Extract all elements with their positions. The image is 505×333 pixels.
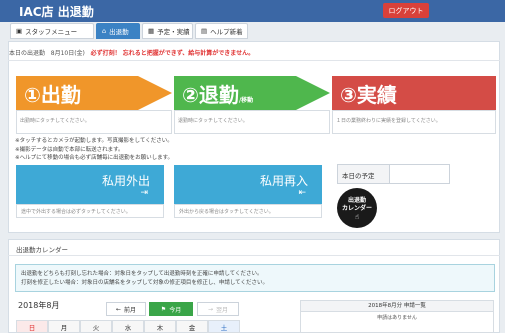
today-label: 今月 bbox=[169, 306, 182, 314]
tab-schedule[interactable]: ▦ 予定・実績 bbox=[142, 23, 193, 39]
clock-out-label: ②退勤 bbox=[182, 83, 239, 107]
arrow-left-icon: ← bbox=[115, 305, 121, 313]
tab-help[interactable]: ▤ ヘルプ新着 bbox=[195, 23, 248, 39]
weekday-cell: 土 bbox=[208, 320, 240, 333]
note-line: ※タッチするとカメラが起動します。写真撮影をしてください。 bbox=[15, 138, 173, 144]
results-label: ③実績 bbox=[340, 83, 397, 107]
briefcase-icon: ▤ bbox=[201, 27, 208, 35]
exit-icon: ⇥ bbox=[140, 188, 148, 198]
private-return-button[interactable]: 私用再入 ⇤ 外出から戻る場合はタッチしてください。 bbox=[174, 165, 322, 218]
pointer-icon: ☝ bbox=[354, 213, 360, 221]
weekday-cell: 火 bbox=[80, 320, 112, 333]
clock-out-note: 退勤時にタッチしてください。 bbox=[174, 110, 330, 134]
clock-in-label: ①出勤 bbox=[24, 83, 81, 107]
prev-label: 前月 bbox=[124, 306, 137, 314]
divider bbox=[8, 60, 500, 61]
tab-attendance[interactable]: ⌂ 出退勤 bbox=[96, 23, 140, 39]
tab-label: スタッフメニュー bbox=[25, 28, 78, 36]
application-list: 2018年8月分 申請一覧 申請はありません bbox=[300, 300, 494, 333]
tab-label: 出退勤 bbox=[109, 28, 129, 36]
calendar-month: 2018年8月 bbox=[18, 301, 60, 310]
calendar-info-box: 出退勤をどちらも打刻し忘れた場合：対象日をタップして出退勤時刻を正確に申請してく… bbox=[15, 264, 495, 292]
next-month-button[interactable]: → 翌月 bbox=[197, 302, 239, 316]
this-month-button[interactable]: ⚑ 今月 bbox=[149, 302, 193, 316]
weekday-header: 日 月 火 水 木 金 土 bbox=[16, 320, 240, 333]
weekday-cell: 木 bbox=[144, 320, 176, 333]
clock-out-sub: /移動 bbox=[238, 97, 254, 104]
calendar-button-line2: カレンダー bbox=[341, 205, 372, 212]
info-line: 打刻を修正したい場合：対象日の店舗名をタップして対象の修正項目を修正し、申請して… bbox=[21, 279, 269, 286]
flag-icon: ⚑ bbox=[160, 305, 167, 313]
application-list-empty: 申請はありません bbox=[377, 315, 417, 321]
house-icon: ⌂ bbox=[102, 27, 107, 35]
next-label: 翌月 bbox=[216, 306, 229, 314]
divider bbox=[8, 255, 500, 256]
clock-out-button[interactable]: ②退勤/移動 退勤時にタッチしてください。 bbox=[174, 76, 330, 134]
arrow-right-icon: → bbox=[207, 305, 213, 313]
app-header: IAC店 出退勤 ログアウト bbox=[0, 0, 505, 22]
clock-in-button[interactable]: ①出勤 出勤時にタッチしてください。 bbox=[16, 76, 172, 134]
today-row: 本日の出退勤 8月10日(金) 必ず打刻！ 忘れると把握ができず、給与計算ができ… bbox=[9, 48, 254, 57]
tab-label: ヘルプ新着 bbox=[210, 28, 243, 36]
results-note: １日の業務終わりに実績を登録してください。 bbox=[332, 110, 496, 134]
calendar-icon: ▦ bbox=[148, 27, 155, 35]
note-line: ※ヘルプにて移動の場合も必ず店舗毎に出退勤をお願いします。 bbox=[15, 155, 174, 161]
page-title: IAC店 出退勤 bbox=[19, 5, 94, 19]
weekday-cell: 水 bbox=[112, 320, 144, 333]
plan-label: 本日の予定 bbox=[338, 165, 390, 183]
calendar-button-line1: 出退勤 bbox=[347, 197, 366, 204]
section-title: 出退勤カレンダー bbox=[16, 246, 68, 254]
enter-icon: ⇤ bbox=[298, 188, 306, 198]
private-out-label: 私用外出 bbox=[101, 174, 150, 188]
weekday-cell: 金 bbox=[176, 320, 208, 333]
warning-text: 必ず打刻！ 忘れると把握ができず、給与計算ができません。 bbox=[90, 50, 255, 57]
attendance-calendar-button[interactable]: 出退勤 カレンダー ☝ bbox=[337, 188, 377, 228]
camera-notes: ※タッチするとカメラが起動します。写真撮影をしてください。 ※撮影データは自動で… bbox=[15, 137, 173, 163]
note-line: ※撮影データは自動で本部に転送されます。 bbox=[15, 146, 124, 153]
private-return-label: 私用再入 bbox=[259, 174, 308, 188]
today-date: 8月10日(金) bbox=[50, 50, 85, 57]
private-return-note: 外出から戻る場合はタッチしてください。 bbox=[174, 204, 322, 218]
tab-bar: ▣ スタッフメニュー ⌂ 出退勤 ▦ 予定・実績 ▤ ヘルプ新着 bbox=[10, 23, 250, 40]
info-line: 出退勤をどちらも打刻し忘れた場合：対象日をタップして出退勤時刻を正確に申請してく… bbox=[21, 271, 263, 277]
tab-label: 予定・実績 bbox=[157, 28, 190, 36]
application-list-title: 2018年8月分 申請一覧 bbox=[301, 301, 493, 312]
tab-staff-menu[interactable]: ▣ スタッフメニュー bbox=[10, 23, 94, 39]
private-out-note: 途中で外出する場合は必ずタッチしてください。 bbox=[16, 204, 164, 218]
today-plan: 本日の予定 bbox=[337, 164, 450, 184]
clock-in-note: 出勤時にタッチしてください。 bbox=[16, 110, 172, 134]
private-out-button[interactable]: 私用外出 ⇥ 途中で外出する場合は必ずタッチしてください。 bbox=[16, 165, 164, 218]
home-icon: ▣ bbox=[16, 27, 23, 35]
prev-month-button[interactable]: ← 前月 bbox=[106, 302, 146, 316]
weekday-cell: 日 bbox=[16, 320, 48, 333]
today-label: 本日の出退勤 bbox=[9, 50, 46, 57]
weekday-cell: 月 bbox=[48, 320, 80, 333]
results-button[interactable]: ③実績 １日の業務終わりに実績を登録してください。 bbox=[332, 76, 496, 134]
logout-button[interactable]: ログアウト bbox=[383, 3, 429, 18]
